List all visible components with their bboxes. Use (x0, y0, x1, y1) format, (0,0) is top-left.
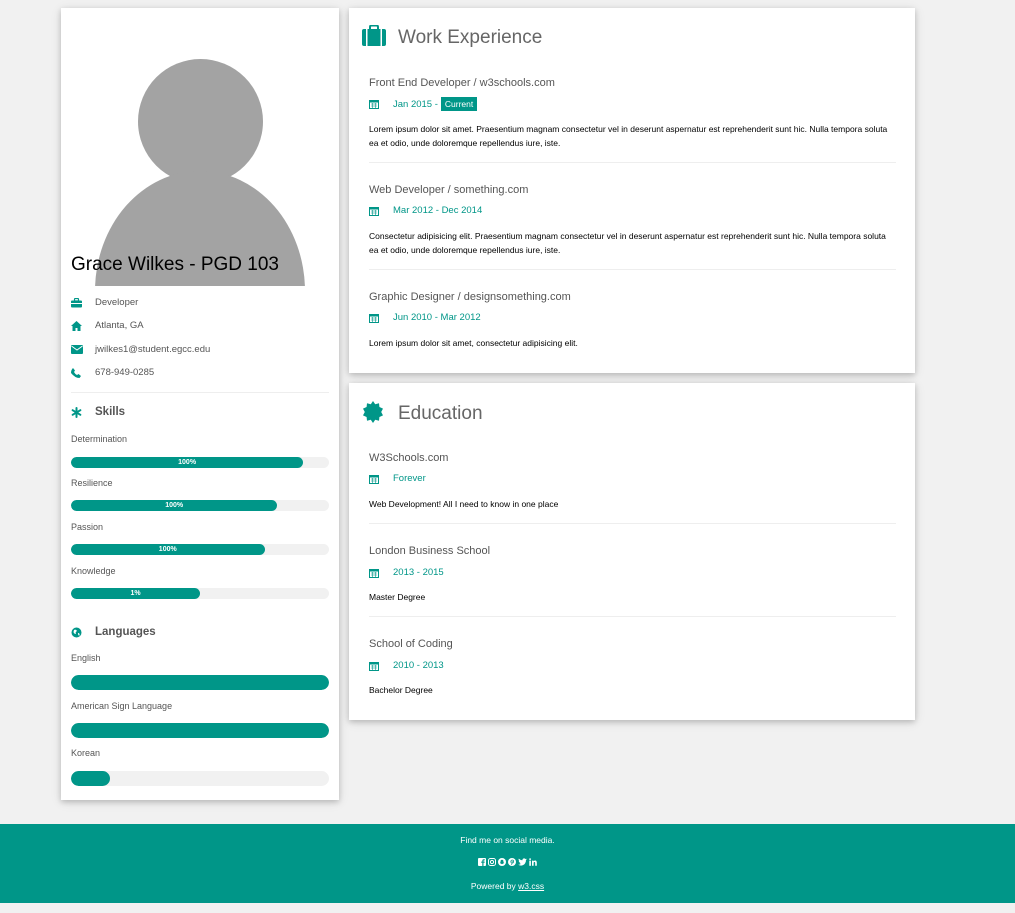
current-badge: Current (440, 97, 478, 111)
footer: Find me on social media. Powered by w3.c… (0, 824, 1015, 903)
divider (71, 392, 329, 393)
skill-bar: 100% (71, 457, 329, 468)
school-title: London Business School (369, 545, 491, 557)
skill-bar-fill: 100% (71, 500, 278, 511)
powered-by-text: Powered by (470, 881, 519, 891)
school-description: Master Degree (369, 592, 426, 602)
info-email-text[interactable]: jwilkes1@student.egcc.edu (95, 344, 210, 355)
calendar-icon (369, 206, 393, 216)
skill-bar: 100% (71, 544, 329, 555)
envelope-icon (71, 345, 95, 354)
footer-powered: Powered by w3.css (0, 881, 1015, 891)
skill-label: Passion (71, 522, 104, 532)
divider (369, 616, 896, 617)
job-description: Consectetur adipisicing elit. Praesentiu… (369, 231, 886, 255)
job-date: Jun 2010 - Mar 2012 (369, 312, 481, 323)
info-location: Atlanta, GA (71, 320, 144, 331)
language-label: Korean (71, 748, 101, 758)
w3css-link[interactable]: w3.css (518, 881, 544, 891)
language-bar-fill (71, 771, 110, 786)
skill-bar: 100% (71, 500, 329, 511)
school-date: 2010 - 2013 (369, 660, 444, 671)
language-label: American Sign Language (71, 701, 173, 711)
divider (369, 162, 896, 163)
language-bar-fill (71, 675, 329, 690)
profile-card: Grace Wilkes - PGD 103 Developer Atlanta… (61, 8, 339, 800)
work-experience-card: Work Experience Front End Developer / w3… (349, 8, 915, 373)
calendar-icon (369, 99, 393, 109)
info-phone-text: 678-949-0285 (95, 367, 155, 378)
suitcase-icon (362, 24, 386, 51)
job-date-text: Jan 2015 - (393, 98, 438, 110)
language-bar-fill (71, 723, 329, 738)
globe-icon (71, 627, 95, 638)
calendar-icon (369, 313, 393, 323)
skill-label: Determination (71, 434, 128, 444)
footer-social-text: Find me on social media. (460, 835, 555, 845)
job-date-text: Jun 2010 - Mar 2012 (393, 312, 481, 323)
skill-bar-fill: 100% (71, 457, 304, 468)
languages-heading: Languages (71, 626, 156, 638)
school-date-text: 2013 - 2015 (393, 567, 444, 578)
instagram-icon[interactable] (488, 858, 496, 866)
language-bar (71, 771, 329, 786)
calendar-icon (369, 474, 393, 484)
skill-label: Knowledge (71, 566, 116, 576)
language-bar (71, 675, 329, 690)
facebook-icon[interactable] (478, 858, 486, 866)
school-description: Bachelor Degree (369, 685, 433, 695)
info-location-text: Atlanta, GA (95, 320, 144, 331)
school-date-text: Forever (393, 473, 426, 484)
pinterest-icon[interactable] (508, 858, 516, 866)
info-job: Developer (71, 297, 138, 308)
education-title: Education (398, 403, 483, 424)
skill-bar-fill: 100% (71, 544, 265, 555)
job-title: Front End Developer / w3schools.com (369, 77, 555, 89)
snapchat-icon[interactable] (498, 858, 506, 866)
language-label: English (71, 653, 101, 663)
info-phone: 678-949-0285 (71, 367, 154, 378)
divider (369, 523, 896, 524)
education-card: Education W3Schools.com Forever Web Deve… (349, 383, 915, 720)
job-title: Web Developer / something.com (369, 184, 529, 196)
briefcase-icon (71, 297, 95, 308)
avatar (61, 8, 339, 286)
twitter-icon[interactable] (518, 858, 527, 866)
home-icon (71, 320, 95, 331)
job-date-text: Mar 2012 - Dec 2014 (393, 205, 483, 216)
school-title: School of Coding (369, 638, 453, 650)
divider (369, 269, 896, 270)
linkedin-icon[interactable] (529, 858, 537, 866)
job-title: Graphic Designer / designsomething.com (369, 291, 571, 303)
school-date: Forever (369, 473, 426, 484)
profile-name: Grace Wilkes - PGD 103 (71, 254, 279, 275)
skill-bar-fill: 1% (71, 588, 200, 599)
skill-label: Resilience (71, 478, 113, 488)
languages-title: Languages (95, 626, 156, 638)
skills-title: Skills (95, 406, 126, 418)
info-email: jwilkes1@student.egcc.edu (71, 344, 210, 355)
skills-heading: Skills (71, 406, 125, 418)
job-description: Lorem ipsum dolor sit amet, consectetur … (369, 338, 578, 348)
school-description: Web Development! All I need to know in o… (369, 499, 559, 509)
info-job-text: Developer (95, 297, 139, 308)
calendar-icon (369, 661, 393, 671)
language-bar (71, 723, 329, 738)
social-icons (0, 858, 1015, 868)
job-date: Mar 2012 - Dec 2014 (369, 205, 482, 216)
certificate-icon (362, 401, 384, 428)
job-date: Jan 2015 - Current (369, 97, 478, 111)
school-title: W3Schools.com (369, 452, 449, 464)
school-date: 2013 - 2015 (369, 567, 444, 578)
calendar-icon (369, 568, 393, 578)
phone-icon (71, 367, 95, 378)
school-date-text: 2010 - 2013 (393, 660, 444, 671)
work-title: Work Experience (398, 27, 543, 48)
skill-bar: 1% (71, 588, 329, 599)
asterisk-icon (71, 406, 95, 418)
job-description: Lorem ipsum dolor sit amet. Praesentium … (369, 124, 888, 148)
